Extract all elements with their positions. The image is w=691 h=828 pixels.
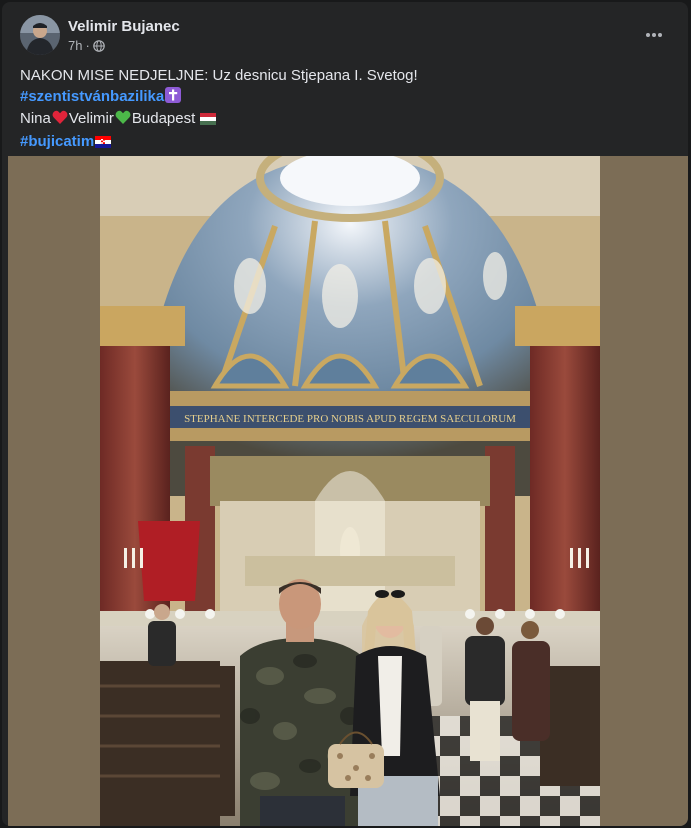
hashtag-link[interactable]: #szentistvánbazilika (20, 88, 164, 105)
post-photo[interactable]: STEPHANE INTERCEDE PRO NOBIS APUD REGEM … (100, 156, 600, 826)
croatia-flag-icon (95, 134, 112, 155)
post-card: Velimir Bujanec 7h · NAKON MISE NEDJELJN… (2, 2, 688, 826)
globe-icon[interactable] (93, 39, 105, 52)
avatar[interactable] (20, 15, 60, 55)
green-heart-emoji (115, 110, 131, 132)
post-text: NAKON MISE NEDJELJNE: Uz desnicu Stjepan… (20, 66, 672, 154)
post-header: Velimir Bujanec 7h · (20, 15, 676, 59)
post-text-line-1: NAKON MISE NEDJELJNE: Uz desnicu Stjepan… (20, 67, 418, 84)
place-budapest: Budapest (131, 110, 196, 127)
latin-cross-emoji (165, 86, 182, 110)
post-text-line-2: #szentistvánbazilika (20, 86, 672, 110)
post-text-line-3: Nina Velimir Budapest (20, 109, 672, 132)
name-velimir: Velimir (68, 110, 114, 127)
post-text-line-4: #bujicatim (20, 132, 672, 155)
post-meta: 7h · (68, 38, 105, 53)
inscription-text: STEPHANE INTERCEDE PRO NOBIS APUD REGEM … (184, 413, 516, 425)
post-time[interactable]: 7h (68, 38, 82, 53)
author-name[interactable]: Velimir Bujanec (68, 18, 180, 35)
red-heart-emoji (52, 110, 68, 132)
name-nina: Nina (20, 110, 51, 127)
more-options-icon[interactable] (640, 21, 668, 49)
hashtag-link[interactable]: #bujicatim (20, 133, 94, 150)
hungary-flag-icon (200, 111, 217, 132)
post-media[interactable]: STEPHANE INTERCEDE PRO NOBIS APUD REGEM … (8, 156, 688, 826)
